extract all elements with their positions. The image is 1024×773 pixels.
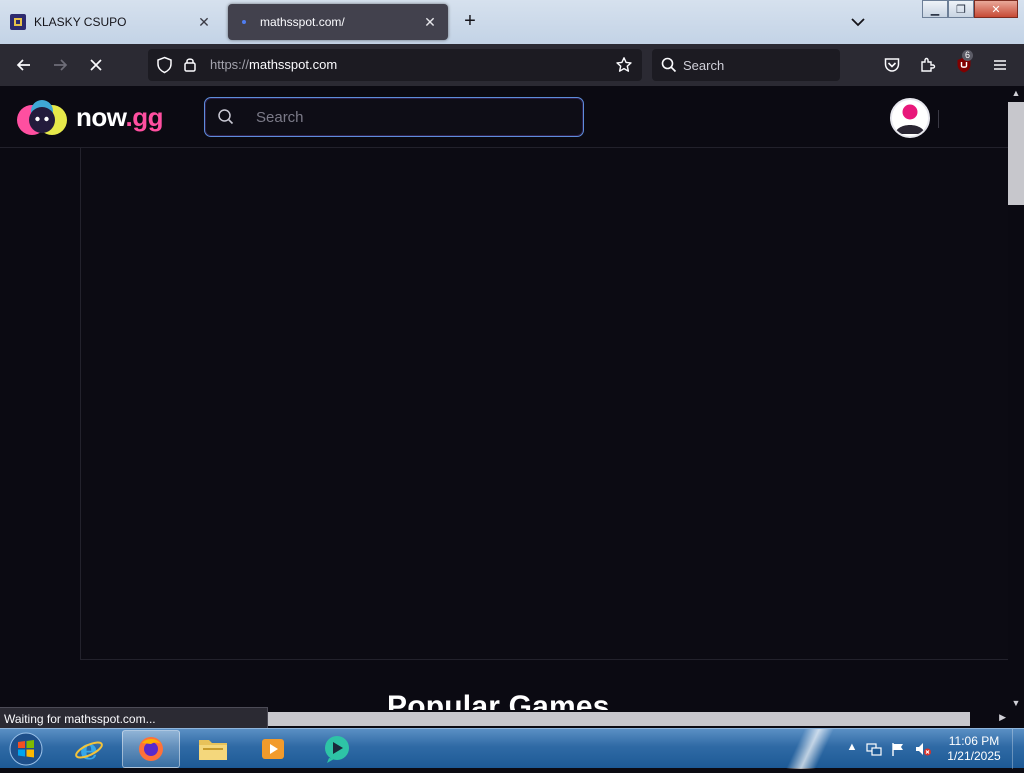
menu-button[interactable] — [988, 53, 1012, 77]
internet-explorer-icon: e — [75, 734, 103, 764]
network-icon[interactable] — [866, 741, 882, 757]
tab-title: mathsspot.com/ — [260, 15, 345, 29]
taskbar-glare — [770, 729, 850, 769]
puzzle-icon — [921, 57, 936, 72]
tab-strip: KLASKY CSUPO ✕ mathsspot.com/ ✕ + ▁ ❐ ✕ — [0, 0, 1024, 44]
loading-favicon-icon — [236, 14, 252, 30]
arrow-right-icon — [54, 59, 68, 71]
bookmark-star-icon[interactable] — [615, 56, 633, 79]
minimize-button[interactable]: ▁ — [922, 0, 948, 18]
clock-date: 1/21/2025 — [947, 749, 1001, 763]
navigation-toolbar: https://mathsspot.com Search 6 — [0, 44, 1024, 86]
site-search-placeholder: Search — [256, 109, 304, 126]
vertical-scroll-thumb[interactable] — [1008, 102, 1024, 205]
arrow-left-icon — [16, 59, 30, 71]
scroll-down-arrow-icon[interactable]: ▼ — [1008, 696, 1024, 710]
horizontal-scrollbar[interactable]: ▶ — [268, 710, 1008, 728]
internet-explorer-taskbar-button[interactable]: e — [60, 730, 118, 768]
forward-button[interactable] — [48, 53, 72, 77]
vertical-scrollbar[interactable]: ▲ ▼ — [1008, 86, 1024, 710]
firefox-taskbar-button[interactable] — [122, 730, 180, 768]
windows-start-orb-icon — [9, 732, 43, 766]
close-tab-icon[interactable]: ✕ — [196, 14, 212, 30]
now-gg-mascot-icon — [17, 100, 67, 135]
status-panel: Waiting for mathsspot.com... — [0, 707, 268, 729]
tab-title: KLASKY CSUPO — [34, 15, 127, 29]
tab-mathsspot[interactable]: mathsspot.com/ ✕ — [228, 4, 448, 40]
clock-time: 11:06 PM — [948, 734, 1000, 748]
folder-icon — [199, 740, 227, 760]
hamburger-menu-icon — [994, 60, 1006, 70]
system-clock[interactable]: 11:06 PM 1/21/2025 — [944, 734, 1004, 764]
search-icon — [217, 108, 235, 131]
search-icon — [661, 57, 677, 78]
tracking-protection-shield-icon[interactable] — [156, 56, 173, 79]
close-window-button[interactable]: ✕ — [974, 0, 1018, 18]
media-player-icon — [262, 739, 284, 759]
site-search-input[interactable]: Search — [204, 97, 584, 137]
restore-button[interactable]: ❐ — [948, 0, 974, 18]
site-header: now.gg Search — [0, 86, 1008, 148]
logo-wordmark: now.gg — [76, 102, 164, 132]
close-tab-icon[interactable]: ✕ — [422, 14, 438, 30]
search-placeholder: Search — [683, 58, 725, 73]
stop-icon — [90, 59, 102, 71]
show-hidden-icons-chevron-icon[interactable]: ▲ — [844, 741, 860, 757]
scroll-up-arrow-icon[interactable]: ▲ — [1008, 86, 1024, 100]
media-player-taskbar-button[interactable] — [244, 730, 302, 768]
section-title-popular-games: Popular Games — [387, 690, 610, 710]
firefox-icon — [139, 737, 163, 761]
new-tab-button[interactable]: + — [458, 10, 482, 34]
pocket-button[interactable] — [880, 53, 904, 77]
stop-loading-button[interactable] — [84, 53, 108, 77]
user-profile-icon — [892, 100, 928, 136]
svg-text:e: e — [80, 734, 98, 764]
extension-badge: 6 — [962, 50, 974, 61]
back-button[interactable] — [12, 53, 36, 77]
chat-bubble-app-icon — [325, 736, 349, 763]
lock-icon[interactable] — [183, 56, 197, 78]
app-taskbar-button[interactable] — [308, 730, 366, 768]
url-text: https://mathsspot.com — [210, 57, 338, 72]
address-bar[interactable]: https://mathsspot.com — [148, 49, 642, 81]
show-desktop-button[interactable] — [1012, 729, 1024, 769]
web-page: now.gg Search Popular Games — [0, 86, 1008, 710]
window-controls: ▁ ❐ ✕ — [922, 0, 1018, 18]
horizontal-scroll-thumb[interactable] — [268, 712, 970, 726]
header-divider — [938, 110, 939, 128]
file-explorer-taskbar-button[interactable] — [184, 730, 242, 768]
now-gg-logo[interactable]: now.gg — [16, 98, 176, 138]
start-button[interactable] — [6, 730, 46, 768]
browser-search-bar[interactable]: Search — [652, 49, 840, 81]
klasky-favicon-icon — [10, 14, 26, 30]
game-frame-placeholder[interactable] — [80, 148, 1008, 660]
extensions-button[interactable] — [916, 53, 940, 77]
pocket-icon — [884, 58, 900, 72]
list-all-tabs-button[interactable] — [846, 10, 870, 34]
volume-muted-icon[interactable] — [914, 741, 931, 757]
user-avatar[interactable] — [890, 98, 930, 138]
chevron-down-icon — [851, 18, 865, 27]
scroll-right-arrow-icon[interactable]: ▶ — [999, 712, 1006, 723]
windows-taskbar: e ▲ 11:06 PM 1/21/2025 — [0, 728, 1024, 769]
tab-klasky-csupo[interactable]: KLASKY CSUPO ✕ — [4, 4, 222, 40]
action-center-flag-icon[interactable] — [890, 741, 906, 757]
